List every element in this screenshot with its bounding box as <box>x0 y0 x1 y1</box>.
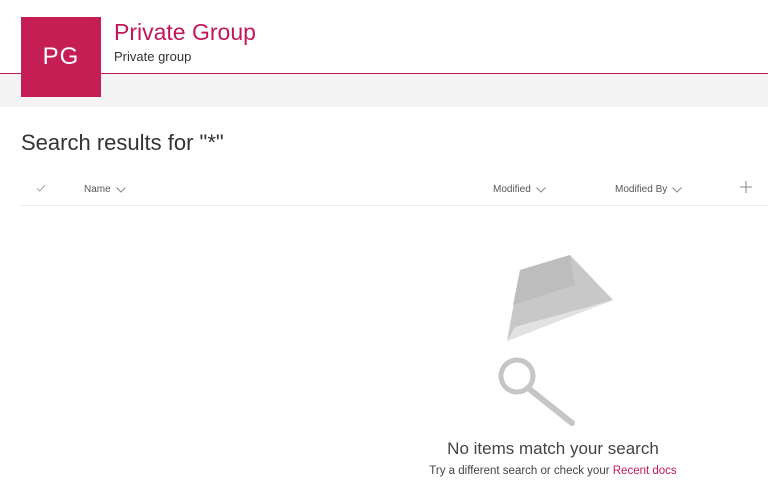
chevron-down-icon <box>115 186 126 193</box>
column-header-modified-label: Modified <box>493 184 531 195</box>
select-all-checkbox[interactable] <box>31 183 46 193</box>
plus-icon <box>740 181 752 193</box>
recent-docs-link[interactable]: Recent docs <box>613 465 677 477</box>
search-results-heading: Search results for "*" <box>21 130 224 155</box>
chevron-down-icon <box>672 186 683 193</box>
site-logo[interactable]: PG <box>21 17 101 97</box>
site-subtitle: Private group <box>114 49 192 64</box>
column-header-modified[interactable]: Modified <box>493 184 546 195</box>
site-header: PG Private Group Private group <box>0 0 768 97</box>
column-header-name[interactable]: Name <box>84 184 126 195</box>
paper-plane-magnifier-illustration <box>498 255 613 426</box>
command-bar <box>0 74 768 107</box>
column-header-modified-by[interactable]: Modified By <box>615 184 683 195</box>
list-column-header: Name Modified Modified By <box>21 176 768 206</box>
empty-state-title: No items match your search <box>447 439 659 458</box>
column-header-modified-by-label: Modified By <box>615 184 668 195</box>
empty-state-hint: Try a different search or check your Rec… <box>400 465 706 477</box>
chevron-down-icon <box>535 186 546 193</box>
site-title[interactable]: Private Group <box>114 19 256 46</box>
site-logo-initials: PG <box>42 43 80 70</box>
empty-state-hint-text: Try a different search or check your <box>429 465 613 477</box>
column-header-name-label: Name <box>84 184 111 195</box>
checkmark-icon <box>36 184 46 192</box>
add-column-button[interactable] <box>735 181 752 193</box>
empty-state: No items match your search Try a differe… <box>400 240 706 490</box>
